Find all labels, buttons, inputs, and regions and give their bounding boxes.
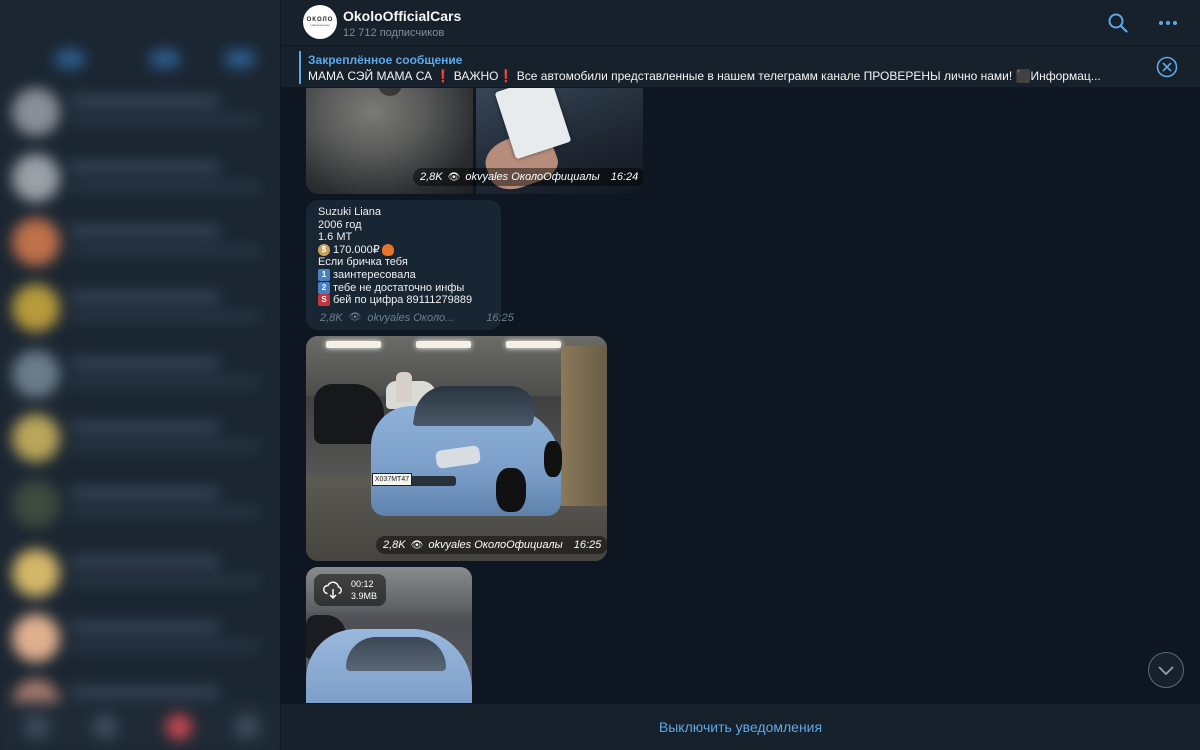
ceiling-light — [416, 341, 471, 348]
more-button[interactable] — [1157, 12, 1179, 34]
car-photo-message[interactable]: Х037МТ47 2,8K 👁 okvyales ОколоОфициалы 1… — [306, 336, 607, 561]
bottom-action-bar: Выключить уведомления — [281, 703, 1200, 750]
photo-wheel — [496, 468, 526, 512]
photo-pillar — [561, 346, 607, 506]
chat-list-sidebar — [0, 0, 280, 750]
sos-icon: S — [318, 294, 330, 307]
pinned-title: Закреплённое сообщение — [308, 53, 463, 67]
message-line: $170.000₽ — [318, 244, 489, 257]
download-icon[interactable] — [322, 580, 344, 600]
photo-windshield — [412, 386, 540, 426]
post-author: okvyales Около... — [367, 312, 455, 324]
search-icon — [1108, 13, 1128, 33]
message-line: Если бричка тебя — [318, 256, 408, 269]
pinned-close-button[interactable] — [1156, 56, 1178, 78]
search-button[interactable] — [1107, 12, 1129, 34]
post-time: 16:24 — [610, 171, 639, 183]
message-line: 2006 год — [318, 218, 362, 231]
photo-wheel — [544, 441, 562, 477]
chat-header: ОКОЛО официальные OkoloOfficialCars 12 7… — [281, 0, 1200, 46]
pinned-message-bar[interactable]: Закреплённое сообщение МАМА СЭЙ МАМА СА … — [281, 47, 1200, 88]
chevron-down-icon — [1158, 666, 1174, 676]
photo-meta: 2,8K 👁 okvyales ОколоОфициалы 16:25 — [376, 536, 607, 554]
avatar-logo-subtext: официальные — [310, 23, 330, 27]
fire-icon — [381, 244, 394, 257]
phone-link[interactable]: бей по цифра 89111279889 — [333, 294, 472, 307]
ceiling-light — [326, 341, 381, 348]
photo-album-message[interactable]: 2,8K 👁 okvyales ОколоОфициалы 16:24 — [306, 88, 643, 194]
close-icon — [1156, 56, 1178, 78]
keycap-one-icon: 1 — [318, 269, 330, 282]
video-size: 3.9MB — [351, 591, 378, 601]
message-line: Suzuki Liana — [318, 206, 381, 218]
message-area: 2,8K 👁 okvyales ОколоОфициалы 16:24 Suzu… — [281, 88, 1200, 703]
mute-notifications-button[interactable]: Выключить уведомления — [659, 719, 822, 735]
text-message-meta: 2,8K 👁 okvyales Около... 16:25 — [320, 312, 514, 324]
video-duration: 00:12 — [351, 579, 374, 589]
album-meta: 2,8K 👁 okvyales ОколоОфициалы 16:24 — [413, 168, 643, 186]
post-time: 16:25 — [486, 312, 514, 324]
telegram-window: ОКОЛО официальные OkoloOfficialCars 12 7… — [0, 0, 1200, 750]
channel-title[interactable]: OkoloOfficialCars — [343, 8, 461, 24]
more-icon — [1159, 21, 1177, 25]
views-count: 2,8K — [383, 539, 406, 551]
eye-icon: 👁 — [348, 312, 362, 323]
message-line: Sбей по цифра 89111279889 — [318, 294, 489, 307]
text-message-bubble[interactable]: Suzuki Liana 2006 год 1.6 MT $170.000₽ Е… — [306, 200, 514, 330]
subscriber-count: 12 712 подписчиков — [343, 27, 445, 39]
views-count: 2,8K — [420, 171, 443, 183]
post-time: 16:25 — [573, 539, 602, 551]
channel-avatar[interactable]: ОКОЛО официальные — [303, 5, 337, 39]
message-line: 1 заинтересовала — [318, 269, 489, 282]
photo-person — [396, 372, 412, 402]
video-message[interactable]: 00:12 3.9MB — [306, 567, 472, 703]
keycap-two-icon: 2 — [318, 281, 330, 294]
views-count: 2,8K — [320, 312, 343, 324]
scroll-to-bottom-button[interactable] — [1148, 652, 1184, 688]
ceiling-light — [506, 341, 561, 348]
pinned-text: МАМА СЭЙ МАМА СА ❗ ВАЖНО❗ Все автомобили… — [308, 69, 1101, 83]
pinned-accent-line — [299, 51, 301, 84]
eye-icon: 👁 — [447, 171, 461, 183]
post-author: okvyales ОколоОфициалы — [465, 171, 600, 183]
message-line: 1.6 MT — [318, 231, 353, 244]
money-bag-icon: $ — [318, 244, 330, 257]
eye-icon: 👁 — [410, 539, 424, 551]
message-line: 2 тебе не достаточно инфы — [318, 282, 489, 295]
video-windshield — [346, 637, 446, 671]
license-plate: Х037МТ47 — [372, 473, 412, 486]
video-download-badge[interactable]: 00:12 3.9MB — [314, 574, 386, 606]
post-author: okvyales ОколоОфициалы — [428, 539, 563, 551]
